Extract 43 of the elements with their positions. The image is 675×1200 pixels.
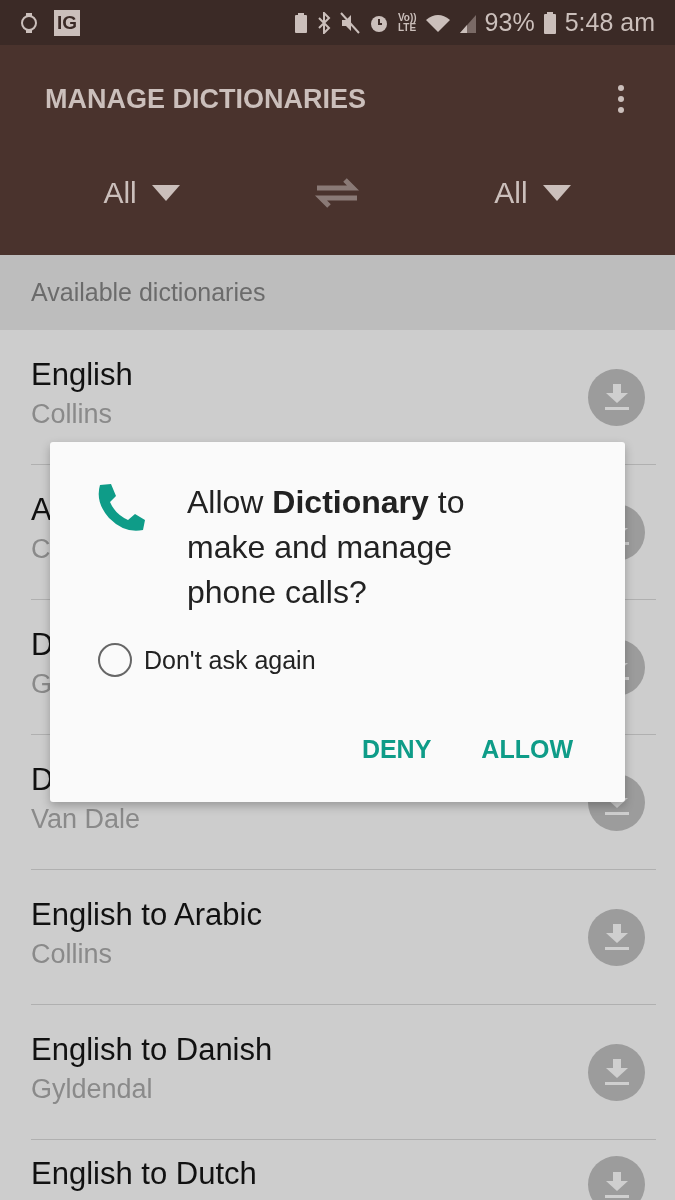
language-dropdown[interactable]: All	[494, 176, 572, 210]
more-icon	[617, 84, 625, 114]
section-title: Available dictionaries	[31, 278, 266, 307]
download-button[interactable]	[588, 1043, 645, 1101]
screen-title: MANAGE DICTIONARIES	[45, 83, 366, 115]
more-button[interactable]	[617, 84, 625, 114]
volte-label: Vo))	[397, 12, 417, 23]
download-button[interactable]	[588, 368, 645, 426]
language-dropdown[interactable]: All	[103, 176, 181, 210]
app-logo: IG	[54, 9, 81, 36]
publisher-name: Collins	[31, 398, 114, 430]
watch-icon	[20, 11, 38, 34]
dropdown-triangle-icon	[150, 184, 181, 202]
download-icon	[604, 924, 629, 950]
dialog-message: Allow Dictionary to make and manage phone calls?	[187, 483, 466, 612]
mute-icon	[339, 11, 360, 34]
dictionary-item[interactable]: English to Arabic Collins	[31, 870, 656, 1005]
dictionary-name: English	[31, 356, 133, 393]
battery-saver-icon	[293, 11, 308, 34]
download-icon	[604, 1171, 629, 1198]
publisher-name: G	[31, 668, 53, 700]
dropdown-triangle-icon	[541, 184, 572, 202]
download-icon	[604, 384, 629, 410]
lte-label: LTE	[397, 22, 417, 33]
download-button[interactable]	[588, 1156, 645, 1200]
battery-icon	[542, 10, 557, 35]
download-icon	[604, 1059, 629, 1085]
clock: 5:48 am	[564, 8, 655, 37]
battery-percent: 93%	[484, 8, 535, 37]
download-button[interactable]	[588, 908, 645, 966]
bluetooth-icon	[315, 11, 332, 34]
dictionary-name: English to Arabic	[31, 896, 262, 933]
dictionary-name: English to Dutch	[31, 1156, 257, 1192]
dictionary-name: English to Danish	[31, 1031, 273, 1068]
publisher-name: C	[31, 533, 52, 565]
dictionary-item[interactable]: English to Dutch	[31, 1140, 656, 1200]
dictionary-name: A	[31, 491, 52, 528]
publisher-name: Gyldendal	[31, 1073, 154, 1105]
publisher-name: Collins	[31, 938, 114, 970]
checkbox[interactable]	[98, 643, 132, 677]
checkbox-label: Don't ask again	[144, 645, 316, 675]
publisher-name: Van Dale	[31, 803, 141, 835]
dictionary-item[interactable]: English to Danish Gyldendal	[31, 1005, 656, 1140]
